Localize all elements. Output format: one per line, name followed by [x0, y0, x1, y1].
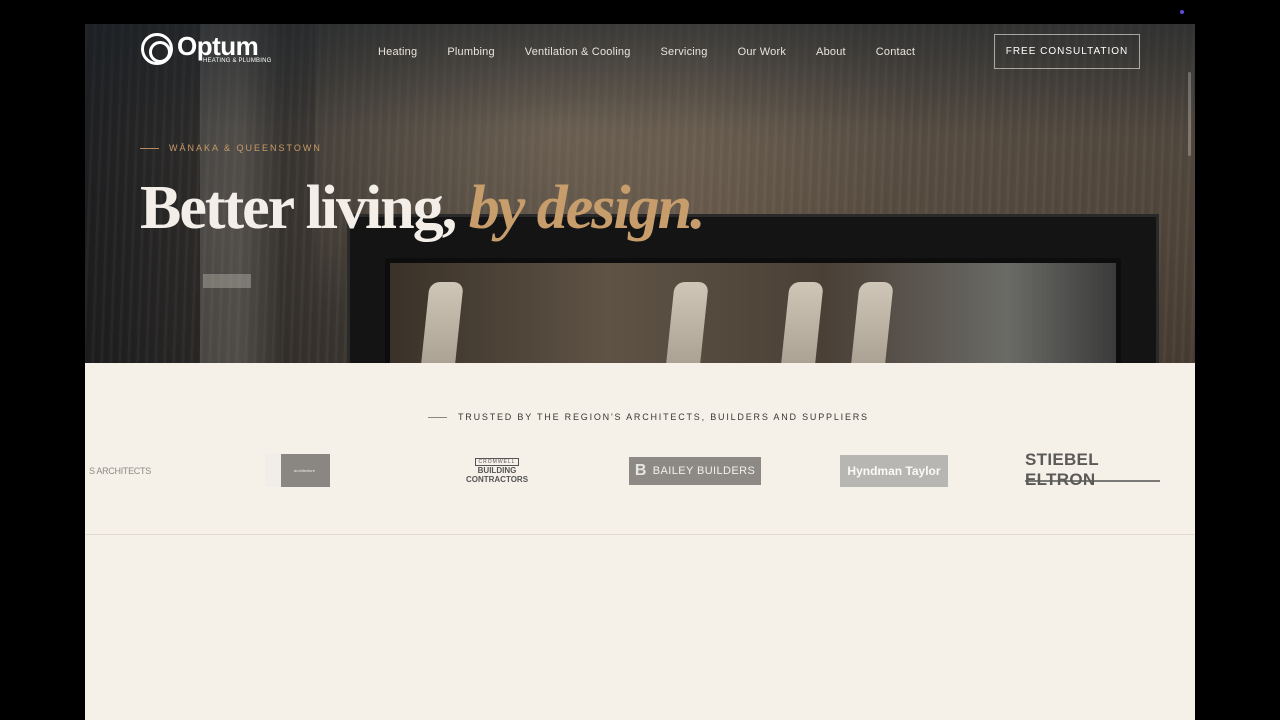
partner-logo-cromwell: CROMWELL BUILDING CONTRACTORS — [465, 456, 529, 486]
partner-logo-text: CROMWELL — [474, 458, 520, 466]
brand-name: Optum — [177, 31, 259, 61]
scrollbar-thumb[interactable] — [1188, 72, 1191, 156]
nav-link-ventilation-cooling[interactable]: Ventilation & Cooling — [525, 46, 631, 58]
nav-link-our-work[interactable]: Our Work — [738, 46, 786, 58]
partner-logo-text: CONTRACTORS — [465, 475, 529, 484]
partner-logo-stiebel-eltron: STIEBEL ELTRON — [1025, 450, 1160, 489]
partner-logo-bailey-builders: B BAILEY BUILDERS — [629, 457, 761, 485]
nav-link-servicing[interactable]: Servicing — [661, 46, 708, 58]
hero-headline: Better living, by design. — [140, 170, 706, 246]
partner-logo-text: STIEBEL ELTRON — [1025, 450, 1099, 489]
partner-logo-text: S ARCHITECTS — [89, 466, 151, 476]
nav-link-contact[interactable]: Contact — [876, 46, 915, 58]
nav-link-about[interactable]: About — [816, 46, 846, 58]
indicator-dot — [1180, 10, 1184, 14]
eyebrow-rule — [140, 147, 159, 149]
optum-logo-icon — [141, 33, 173, 65]
nav-link-plumbing[interactable]: Plumbing — [447, 46, 494, 58]
trusted-by-section: TRUSTED BY THE REGION'S ARCHITECTS, BUIL… — [85, 363, 1195, 535]
nav-link-heating[interactable]: Heating — [378, 46, 417, 58]
brand-tagline: HEATING & PLUMBING — [203, 58, 272, 64]
partner-logo-hyndman-taylor: Hyndman Taylor — [840, 455, 948, 487]
trusted-text: TRUSTED BY THE REGION'S ARCHITECTS, BUIL… — [458, 412, 869, 422]
trusted-label: TRUSTED BY THE REGION'S ARCHITECTS, BUIL… — [428, 412, 869, 422]
hero-section: Optum HEATING & PLUMBING Heating Plumbin… — [85, 24, 1195, 363]
hero-eyebrow: WĀNAKA & QUEENSTOWN — [140, 143, 322, 153]
partner-logo-text: Hyndman Taylor — [847, 464, 941, 478]
brand-logo[interactable]: Optum HEATING & PLUMBING — [141, 33, 272, 65]
partner-logo-architects: S ARCHITECTS — [89, 464, 169, 478]
partner-logo-architecture: architecture — [265, 454, 330, 487]
nav-links: Heating Plumbing Ventilation & Cooling S… — [378, 46, 945, 58]
logo-block — [265, 454, 281, 487]
eyebrow-text: WĀNAKA & QUEENSTOWN — [169, 143, 322, 153]
partner-logo-text: BUILDING — [477, 466, 517, 475]
free-consultation-button[interactable]: FREE CONSULTATION — [994, 34, 1140, 69]
headline-accent: by design. — [468, 174, 706, 242]
partner-logo-text: architecture — [294, 468, 315, 473]
partner-logo-text: BAILEY BUILDERS — [652, 465, 756, 477]
page-frame: Optum HEATING & PLUMBING Heating Plumbin… — [85, 24, 1195, 720]
main-nav: Optum HEATING & PLUMBING Heating Plumbin… — [85, 24, 1195, 80]
headline-plain: Better living, — [140, 174, 469, 242]
bailey-mark-icon: B — [634, 462, 647, 479]
brand-text: Optum HEATING & PLUMBING — [177, 31, 272, 64]
trusted-rule — [428, 416, 447, 418]
